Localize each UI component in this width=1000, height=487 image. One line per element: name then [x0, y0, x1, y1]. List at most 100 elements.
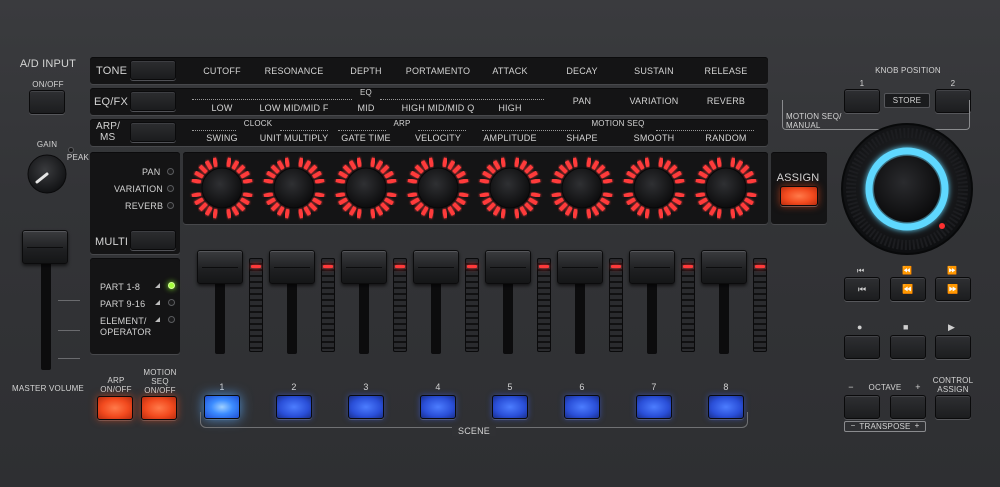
pan-led — [167, 168, 174, 175]
stop-icon: ■ — [903, 322, 909, 332]
eq-knob-2-label: LOW MID/MID F — [259, 103, 329, 113]
motion-seq-group-label: MOTION SEQ — [591, 119, 645, 128]
slider-3-level-led — [395, 265, 405, 268]
reverb-led — [167, 202, 174, 209]
slider-2-level-led — [323, 265, 333, 268]
slider-3[interactable] — [341, 250, 387, 284]
volume-tick — [58, 358, 80, 359]
ad-input-on-off-button[interactable] — [29, 90, 65, 114]
slider-2[interactable] — [269, 250, 315, 284]
control-knob-1[interactable] — [191, 157, 253, 219]
control-knob-2[interactable] — [263, 157, 325, 219]
octave-up-button[interactable] — [890, 395, 926, 419]
eq-knob-7-label: VARIATION — [629, 96, 679, 106]
ad-on-off-label: ON/OFF — [32, 80, 64, 89]
slider-5[interactable] — [485, 250, 531, 284]
arp-on-off-button[interactable] — [97, 396, 133, 420]
tone-button[interactable] — [130, 60, 176, 80]
control-assign-button[interactable] — [935, 395, 971, 419]
slider-4-level-led — [467, 265, 477, 268]
motion-on-off-label-1: MOTION — [143, 368, 177, 377]
element-led — [168, 316, 175, 323]
control-knob-3[interactable] — [335, 157, 397, 219]
part-9-16-label: PART 9-16 — [100, 299, 146, 309]
motion-seq-manual-label-1: MOTION SEQ/ — [786, 112, 842, 121]
control-knobs[interactable] — [183, 152, 768, 224]
part-1-8-led — [168, 282, 175, 289]
slider-7-meter — [681, 258, 695, 352]
scene-6-number: 6 — [579, 382, 585, 392]
tone-knob-7-label: SUSTAIN — [634, 66, 674, 76]
transpose-minus-label: − — [850, 421, 856, 430]
multi-button[interactable] — [130, 230, 176, 250]
arp-knob-3-label: GATE TIME — [341, 133, 391, 143]
octave-plus-label: + — [915, 382, 921, 392]
control-knob-4[interactable] — [407, 157, 469, 219]
assign-button[interactable] — [780, 186, 818, 206]
gain-knob[interactable] — [27, 154, 67, 194]
slider-4[interactable] — [413, 250, 459, 284]
part-1-8-indicator — [155, 283, 160, 288]
scene-5-number: 5 — [507, 382, 513, 392]
slider-7-level-led — [683, 265, 693, 268]
part-1-8-label: PART 1-8 — [100, 282, 141, 292]
fast-forward-button[interactable]: ⏩ — [935, 277, 971, 301]
arp-ms-label-1: ARP/ — [96, 121, 121, 132]
eqfx-button[interactable] — [130, 91, 176, 111]
peak-led — [68, 147, 74, 153]
element-label-1: ELEMENT/ — [100, 316, 147, 326]
transpose-label: TRANSPOSE — [859, 422, 911, 431]
arp-group-label: ARP — [393, 119, 411, 128]
octave-label: OCTAVE — [868, 383, 902, 392]
arp-knob-4-label: VELOCITY — [414, 133, 462, 143]
arp-ms-button[interactable] — [130, 122, 176, 142]
assign-label: ASSIGN — [776, 172, 820, 184]
eq-knob-6-label: PAN — [572, 96, 592, 106]
control-knob-6[interactable] — [551, 157, 613, 219]
play-button[interactable] — [935, 335, 971, 359]
stop-button[interactable] — [890, 335, 926, 359]
volume-tick — [58, 330, 80, 331]
master-volume-rail — [41, 250, 51, 370]
rewind-button[interactable]: ⏪ — [890, 277, 926, 301]
eq-divider — [192, 99, 352, 100]
slider-8-level-led — [755, 265, 765, 268]
transpose-plus-label: + — [914, 421, 920, 430]
tone-knob-5-label: ATTACK — [492, 66, 528, 76]
motion-seq-divider — [656, 130, 754, 131]
slider-8[interactable] — [701, 250, 747, 284]
motion-on-off-label-3: ON/OFF — [144, 386, 176, 395]
master-volume-fader[interactable] — [22, 230, 68, 264]
scene-3-number: 3 — [363, 382, 369, 392]
motion-seq-manual-label-2: MANUAL — [786, 121, 821, 130]
jump-to-start-button[interactable]: ⏮ — [844, 277, 880, 301]
control-knob-5[interactable] — [479, 157, 541, 219]
slider-6[interactable] — [557, 250, 603, 284]
eq-knob-8-label: REVERB — [706, 96, 746, 106]
eq-knob-5-label: HIGH — [498, 103, 522, 113]
slider-7[interactable] — [629, 250, 675, 284]
scene-8-number: 8 — [723, 382, 729, 392]
slider-1-meter — [249, 258, 263, 352]
part-9-16-led — [168, 299, 175, 306]
arp-divider — [418, 130, 466, 131]
scene-7-number: 7 — [651, 382, 657, 392]
motion-seq-on-off-button[interactable] — [141, 396, 177, 420]
control-knob-7[interactable] — [623, 157, 685, 219]
tone-knob-2-label: RESONANCE — [264, 66, 324, 76]
slider-8-meter — [753, 258, 767, 352]
eq-knob-1-label: LOW — [211, 103, 233, 113]
super-knob[interactable] — [840, 122, 974, 256]
scene-1-number: 1 — [219, 382, 225, 392]
variation-led — [167, 185, 174, 192]
control-assign-label-2: ASSIGN — [937, 385, 969, 394]
tone-knob-3-label: DEPTH — [350, 66, 382, 76]
control-knob-8[interactable] — [695, 157, 757, 219]
record-button[interactable] — [844, 335, 880, 359]
slider-1[interactable] — [197, 250, 243, 284]
octave-down-button[interactable] — [844, 395, 880, 419]
eq-divider — [380, 99, 544, 100]
master-volume-label: MASTER VOLUME — [12, 384, 84, 393]
arp-knob-8-label: RANDOM — [705, 133, 747, 143]
slider-6-level-led — [611, 265, 621, 268]
